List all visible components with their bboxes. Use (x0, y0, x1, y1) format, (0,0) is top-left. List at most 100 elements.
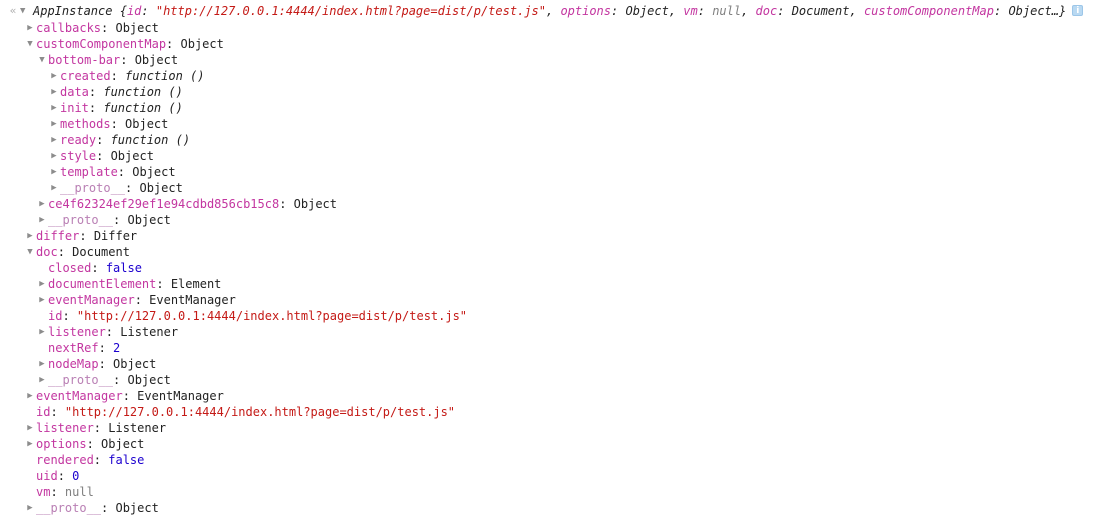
tree-row[interactable]: ▶ eventManager: EventManager (0, 292, 1098, 308)
tree-row[interactable]: ▶ methods: Object (0, 116, 1098, 132)
property-value[interactable]: function () (111, 133, 190, 147)
property-value[interactable]: EventManager (149, 293, 236, 307)
property-name: customComponentMap (36, 37, 167, 51)
tree-row[interactable]: ▶ __proto__: Object (0, 500, 1098, 516)
property-value[interactable]: Object (132, 165, 175, 179)
tree-row[interactable]: rendered: false (0, 452, 1098, 468)
property-value[interactable]: Element (171, 277, 222, 291)
tree-row[interactable]: uid: 0 (0, 468, 1098, 484)
property-value[interactable]: Object (127, 213, 170, 227)
property-colon: : (110, 117, 126, 131)
tree-row[interactable]: ▶ style: Object (0, 148, 1098, 164)
object-preview-header[interactable]: «▼ AppInstance {id: "http://127.0.0.1:444… (0, 2, 1098, 20)
tree-row[interactable]: ▶ init: function () (0, 100, 1098, 116)
property-value[interactable]: Object (115, 21, 158, 35)
collapsed-twisty-icon[interactable]: ▶ (36, 324, 48, 340)
tree-row[interactable]: ▼ customComponentMap: Object (0, 36, 1098, 52)
collapsed-twisty-icon[interactable]: ▶ (48, 164, 60, 180)
property-colon: : (110, 69, 126, 83)
collapsed-twisty-icon[interactable]: ▶ (48, 148, 60, 164)
tree-row-content: __proto__: Object (36, 500, 159, 516)
collapsed-twisty-icon[interactable]: ▶ (48, 84, 60, 100)
tree-row[interactable]: nextRef: 2 (0, 340, 1098, 356)
tree-row[interactable]: ▶ nodeMap: Object (0, 356, 1098, 372)
expanded-twisty-icon[interactable]: ▼ (36, 52, 48, 68)
collapsed-twisty-icon[interactable]: ▶ (36, 276, 48, 292)
collapsed-twisty-icon[interactable]: ▶ (36, 356, 48, 372)
nav-back-chevron-icon[interactable]: « (6, 2, 20, 20)
property-value[interactable]: function () (103, 85, 182, 99)
property-value[interactable]: Object (113, 357, 156, 371)
preview-value: Object (625, 4, 669, 18)
info-icon[interactable]: i (1072, 5, 1084, 16)
tree-row[interactable]: ▶ listener: Listener (0, 420, 1098, 436)
preview-colon: : (697, 4, 713, 18)
collapsed-twisty-icon[interactable]: ▶ (48, 100, 60, 116)
collapsed-twisty-icon[interactable]: ▶ (36, 292, 48, 308)
tree-row[interactable]: ▶ __proto__: Object (0, 372, 1098, 388)
tree-row[interactable]: id: "http://127.0.0.1:4444/index.html?pa… (0, 404, 1098, 420)
header-expand-twisty-icon[interactable]: ▼ (20, 2, 33, 20)
property-value[interactable]: Object (181, 37, 224, 51)
tree-row-spacer (36, 308, 48, 324)
tree-row[interactable]: id: "http://127.0.0.1:4444/index.html?pa… (0, 308, 1098, 324)
property-value[interactable]: Listener (108, 421, 166, 435)
tree-row[interactable]: ▶ documentElement: Element (0, 276, 1098, 292)
property-colon: : (96, 149, 111, 163)
collapsed-twisty-icon[interactable]: ▶ (48, 68, 60, 84)
collapsed-twisty-icon[interactable]: ▶ (36, 196, 48, 212)
property-value[interactable]: EventManager (137, 389, 224, 403)
property-value[interactable]: Object (127, 373, 170, 387)
tree-row[interactable]: ▶ __proto__: Object (0, 212, 1098, 228)
tree-row-content: nodeMap: Object (48, 356, 156, 372)
tree-row[interactable]: ▶ options: Object (0, 436, 1098, 452)
preview-key: vm (683, 4, 698, 18)
tree-row[interactable]: ▶ data: function () (0, 84, 1098, 100)
collapsed-twisty-icon[interactable]: ▶ (48, 116, 60, 132)
property-value[interactable]: Object (101, 437, 144, 451)
property-value[interactable]: Object (111, 149, 154, 163)
collapsed-twisty-icon[interactable]: ▶ (24, 420, 36, 436)
property-name: created (60, 69, 111, 83)
expanded-twisty-icon[interactable]: ▼ (24, 36, 36, 52)
tree-row-spacer (36, 260, 48, 276)
tree-row[interactable]: ▶ ready: function () (0, 132, 1098, 148)
tree-row[interactable]: ▶ __proto__: Object (0, 180, 1098, 196)
tree-row[interactable]: closed: false (0, 260, 1098, 276)
property-value: false (105, 261, 142, 275)
property-value[interactable]: function () (103, 101, 182, 115)
tree-row[interactable]: ▶ ce4f62324ef29ef1e94cdbd856cb15c8: Objec… (0, 196, 1098, 212)
preview-open-brace: { (112, 4, 127, 18)
tree-row[interactable]: vm: null (0, 484, 1098, 500)
tree-row[interactable]: ▶ callbacks: Object (0, 20, 1098, 36)
tree-row[interactable]: ▼ bottom-bar: Object (0, 52, 1098, 68)
tree-row[interactable]: ▶ template: Object (0, 164, 1098, 180)
collapsed-twisty-icon[interactable]: ▶ (48, 180, 60, 196)
tree-row[interactable]: ▼ doc: Document (0, 244, 1098, 260)
collapsed-twisty-icon[interactable]: ▶ (48, 132, 60, 148)
tree-row[interactable]: ▶ created: function () (0, 68, 1098, 84)
collapsed-twisty-icon[interactable]: ▶ (24, 228, 36, 244)
property-value[interactable]: Object (135, 53, 178, 67)
tree-row[interactable]: ▶ differ: Differ (0, 228, 1098, 244)
collapsed-twisty-icon[interactable]: ▶ (36, 372, 48, 388)
collapsed-twisty-icon[interactable]: ▶ (24, 436, 36, 452)
property-colon: : (101, 501, 116, 515)
property-value[interactable]: Object (115, 501, 158, 515)
collapsed-twisty-icon[interactable]: ▶ (36, 212, 48, 228)
property-value[interactable]: function () (125, 69, 204, 83)
tree-row-content: methods: Object (60, 116, 168, 132)
property-value[interactable]: Object (139, 181, 182, 195)
collapsed-twisty-icon[interactable]: ▶ (24, 500, 36, 516)
tree-row[interactable]: ▶ listener: Listener (0, 324, 1098, 340)
collapsed-twisty-icon[interactable]: ▶ (24, 388, 36, 404)
property-value[interactable]: Object (125, 117, 168, 131)
property-value[interactable]: Listener (120, 325, 178, 339)
preview-value: Object (1008, 4, 1052, 18)
property-value[interactable]: Document (72, 245, 130, 259)
expanded-twisty-icon[interactable]: ▼ (24, 244, 36, 260)
property-value[interactable]: Differ (94, 229, 137, 243)
collapsed-twisty-icon[interactable]: ▶ (24, 20, 36, 36)
property-value[interactable]: Object (294, 197, 337, 211)
tree-row[interactable]: ▶ eventManager: EventManager (0, 388, 1098, 404)
